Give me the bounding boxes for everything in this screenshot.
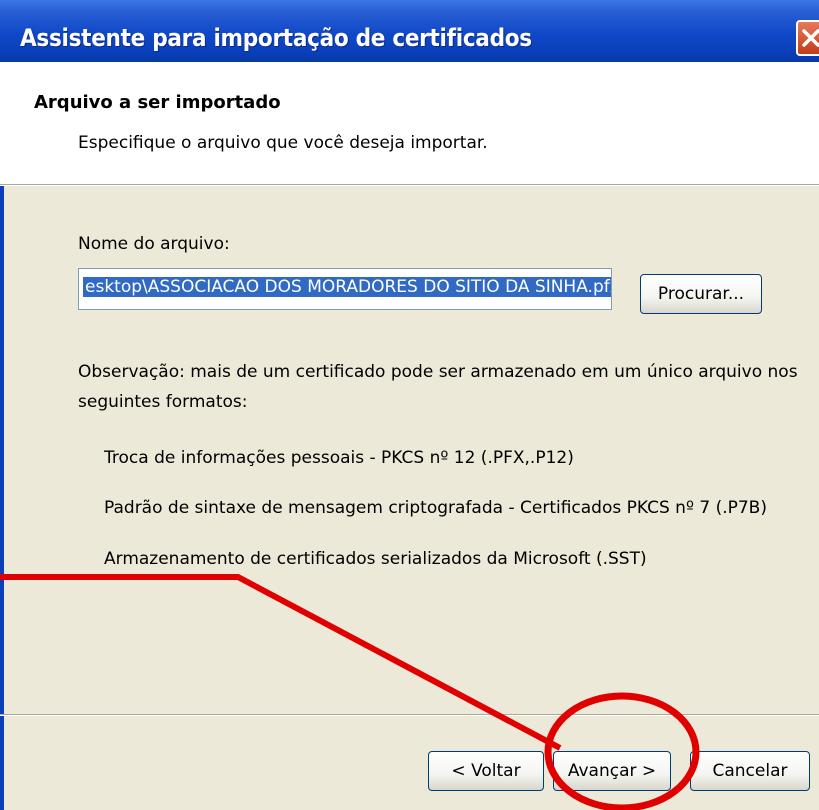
annotation-pointer-line [0,574,562,751]
annotation-highlight-circle [544,692,700,810]
annotation-overlay [0,574,700,810]
